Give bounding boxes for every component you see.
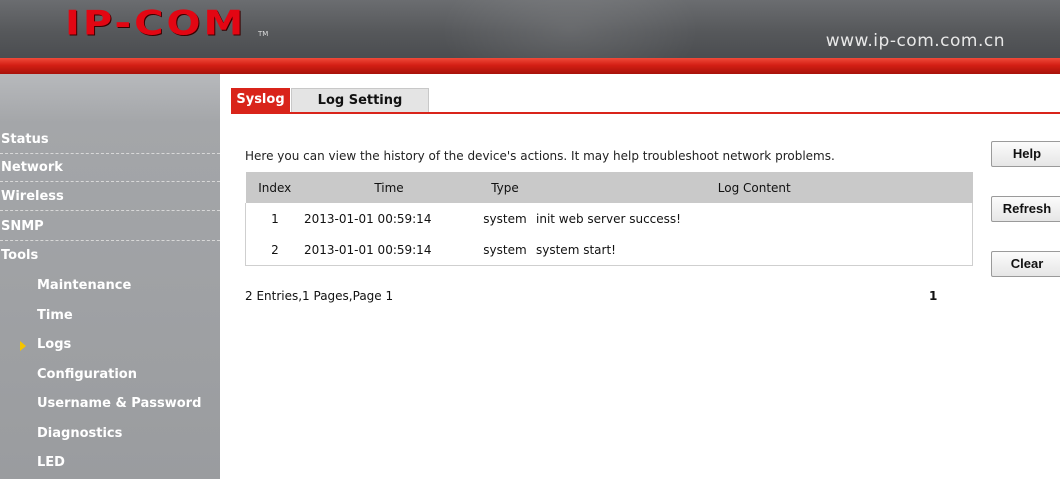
- table-row: 1 2013-01-01 00:59:14 system init web se…: [245, 203, 973, 234]
- cell-type: system: [474, 203, 536, 234]
- sidebar-item-tools[interactable]: Tools: [0, 242, 220, 270]
- column-header-type: Type: [474, 172, 536, 203]
- sidebar-item-maintenance[interactable]: Maintenance: [0, 272, 220, 300]
- cell-index: 1: [245, 203, 304, 234]
- sidebar-item-label: Username & Password: [37, 396, 202, 411]
- tab-log-setting[interactable]: Log Setting: [291, 88, 429, 112]
- sidebar-item-snmp[interactable]: SNMP: [0, 213, 220, 241]
- site-url: www.ip-com.com.cn: [825, 31, 1005, 51]
- clear-button[interactable]: Clear: [991, 251, 1060, 277]
- column-header-time: Time: [304, 172, 474, 203]
- sidebar-item-label: SNMP: [1, 219, 44, 234]
- sidebar-item-diagnostics[interactable]: Diagnostics: [0, 420, 220, 448]
- cell-index: 2: [245, 234, 304, 266]
- sidebar-item-label: Network: [1, 160, 63, 175]
- sidebar-item-label: Logs: [37, 337, 72, 352]
- sidebar-item-network[interactable]: Network: [0, 154, 220, 182]
- cell-time: 2013-01-01 00:59:14: [304, 203, 474, 234]
- column-header-index: Index: [245, 172, 304, 203]
- sidebar-item-label: Configuration: [37, 367, 137, 382]
- header-red-bar: [0, 58, 1060, 74]
- sidebar-nav: Status Network Wireless SNMP Tools Maint…: [0, 74, 220, 479]
- table-row: 2 2013-01-01 00:59:14 system system star…: [245, 234, 973, 266]
- cell-time: 2013-01-01 00:59:14: [304, 234, 474, 266]
- sidebar-item-label: Status: [1, 132, 49, 147]
- column-header-log-content: Log Content: [536, 172, 973, 203]
- trademark-mark: TM: [258, 30, 269, 38]
- page-link-1[interactable]: 1: [929, 289, 937, 303]
- globe-watermark: [440, 0, 700, 58]
- sidebar-item-label: Tools: [1, 248, 39, 263]
- selected-arrow-icon: [20, 341, 26, 351]
- sidebar-item-label: Wireless: [1, 189, 64, 204]
- page-description: Here you can view the history of the dev…: [245, 149, 835, 163]
- sidebar-item-configuration[interactable]: Configuration: [0, 361, 220, 389]
- sidebar-item-status[interactable]: Status: [0, 126, 220, 154]
- cell-type: system: [474, 234, 536, 266]
- pagination-summary: 2 Entries,1 Pages,Page 1: [245, 289, 394, 303]
- cell-log-content: init web server success!: [536, 203, 973, 234]
- help-button[interactable]: Help: [991, 141, 1060, 167]
- header-banner: IP-COM TM www.ip-com.com.cn: [0, 0, 1060, 58]
- refresh-button[interactable]: Refresh: [991, 196, 1060, 222]
- tab-underline: [231, 112, 1060, 114]
- sidebar-item-time[interactable]: Time: [0, 302, 220, 330]
- log-table: Index Time Type Log Content 1 2013-01-01…: [245, 172, 973, 266]
- ip-com-logo: IP-COM: [65, 4, 247, 44]
- sidebar-item-led[interactable]: LED: [0, 449, 220, 477]
- table-header-row: Index Time Type Log Content: [245, 172, 973, 203]
- tab-syslog[interactable]: Syslog: [231, 88, 290, 112]
- sidebar-item-label: LED: [37, 455, 65, 470]
- sidebar-item-username-password[interactable]: Username & Password: [0, 390, 220, 418]
- sidebar-item-logs[interactable]: Logs: [0, 331, 220, 359]
- cell-log-content: system start!: [536, 234, 973, 266]
- sidebar-item-label: Diagnostics: [37, 426, 123, 441]
- sidebar-item-wireless[interactable]: Wireless: [0, 183, 220, 211]
- sidebar-item-label: Maintenance: [37, 278, 132, 293]
- sidebar-item-label: Time: [37, 308, 73, 323]
